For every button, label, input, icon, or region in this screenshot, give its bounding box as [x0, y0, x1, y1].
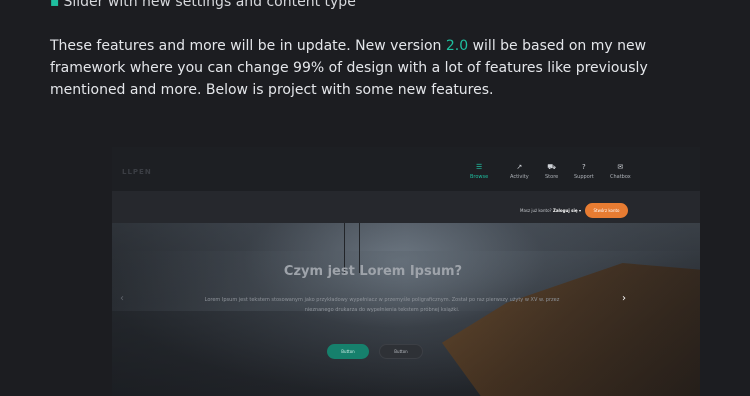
activity-icon: ↗	[516, 163, 523, 171]
hero-secondary-button[interactable]: Button	[379, 344, 423, 359]
hero-text: Lorem Ipsum jest tekstem stosowanym jako…	[204, 297, 560, 313]
intro-text-start: These features and more will be in updat…	[50, 38, 446, 54]
account-question: Masz już konto?	[520, 208, 552, 213]
slider-prev-arrow-icon[interactable]: ‹	[120, 293, 124, 304]
preview-logo: LLPEN	[122, 168, 152, 176]
account-prompt: Masz już konto? Zaloguj się ▾	[520, 208, 581, 213]
nav-label: Store	[545, 174, 559, 180]
chat-icon: ✉	[617, 163, 624, 171]
preview-hero-slider: Czym jest Lorem Ipsum? Lorem Ipsum jest …	[112, 223, 700, 396]
nav-label: Browse	[470, 174, 489, 180]
preview-account-bar: Masz już konto? Zaloguj się ▾ Stwórz kon…	[112, 191, 700, 223]
feature-bullet: ▪ Slider with new settings and content ty…	[50, 0, 356, 10]
nav-label: Activity	[510, 174, 529, 180]
hero-title: Czym jest Lorem Ipsum?	[283, 264, 463, 279]
intro-paragraph: These features and more will be in updat…	[50, 35, 710, 101]
slider-next-arrow-icon[interactable]: ›	[622, 293, 626, 304]
preview-topbar: LLPEN ☰ Browse ↗ Activity ⛟ Store ? Supp…	[112, 147, 700, 191]
create-account-button[interactable]: Stwórz konto	[585, 203, 628, 218]
cart-icon: ⛟	[547, 163, 557, 171]
project-preview-screenshot: LLPEN ☰ Browse ↗ Activity ⛟ Store ? Supp…	[112, 147, 700, 396]
nav-item-activity[interactable]: ↗ Activity	[510, 163, 529, 180]
nav-item-browse[interactable]: ☰ Browse	[470, 163, 488, 180]
nav-label: Chatbox	[610, 174, 631, 180]
version-highlight: 2.0	[445, 38, 469, 54]
nav-item-support[interactable]: ? Support	[574, 163, 594, 180]
bullet-text: Slider with new settings and content typ…	[63, 0, 356, 10]
help-icon: ?	[582, 163, 586, 171]
bullet-dot: ▪	[50, 0, 60, 10]
nav-label: Support	[574, 174, 594, 180]
nav-item-store[interactable]: ⛟ Store	[545, 163, 558, 180]
login-link[interactable]: Zaloguj się ▾	[553, 208, 581, 213]
list-icon: ☰	[475, 163, 483, 171]
nav-item-chatbox[interactable]: ✉ Chatbox	[610, 163, 631, 180]
hero-primary-button[interactable]: Button	[327, 344, 369, 359]
